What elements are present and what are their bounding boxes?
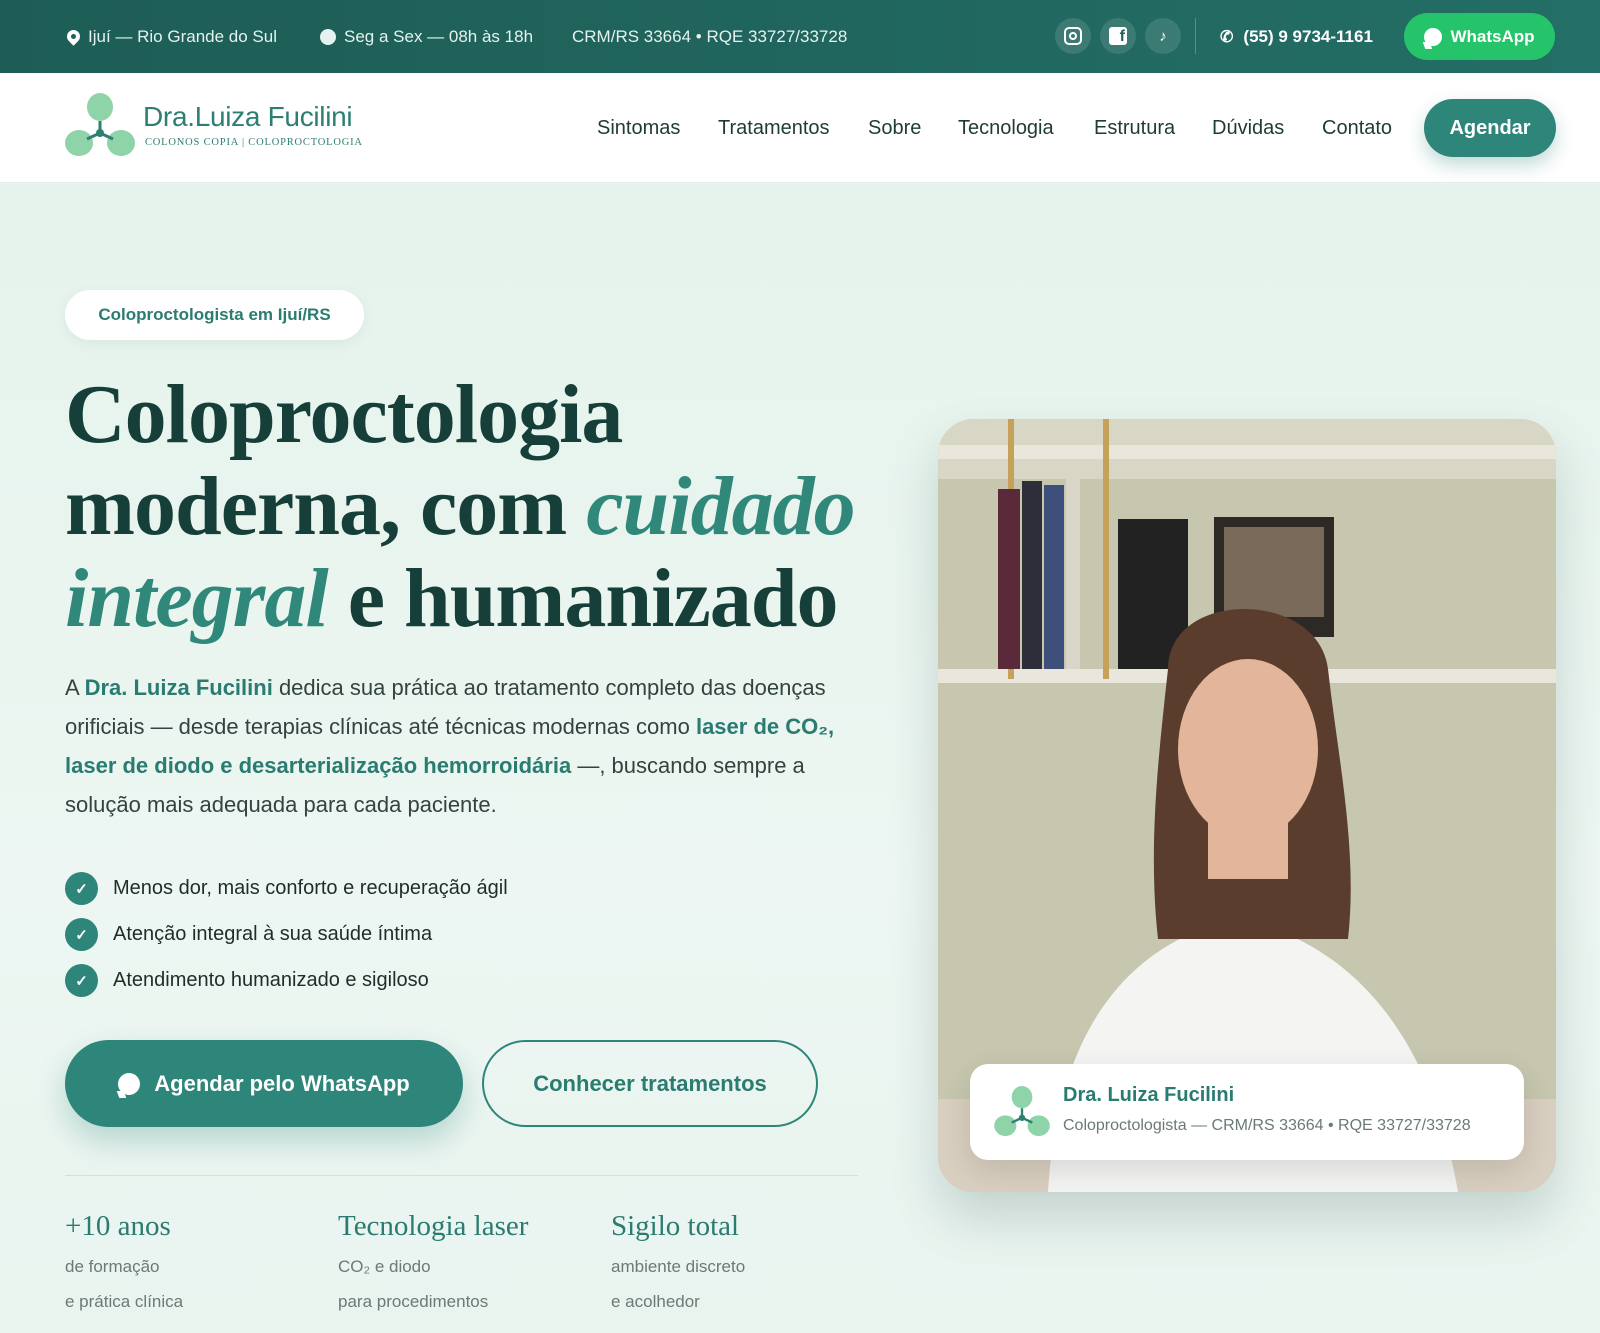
- hours-info: Seg a Sex — 08h às 18h: [320, 0, 533, 73]
- whatsapp-top-label: WhatsApp: [1450, 26, 1535, 46]
- headline-emphasis-integral: integral: [65, 552, 329, 645]
- logo-icon: [994, 1086, 1050, 1137]
- headline-line-2: moderna, com cuidado: [65, 460, 856, 553]
- doctor-info-card: Dra. Luiza Fucilini Coloproctologista — …: [970, 1064, 1524, 1160]
- nav-item-tratamentos[interactable]: Tratamentos: [718, 73, 830, 183]
- nav-item-duvidas[interactable]: Dúvidas: [1212, 73, 1284, 183]
- tiktok-icon[interactable]: ♪: [1145, 18, 1181, 54]
- phone-icon: ✆: [1220, 28, 1234, 46]
- card-credentials: Coloproctologista — CRM/RS 33664 • RQE 3…: [1063, 1117, 1471, 1134]
- logo-tagline: COLONOS COPIA | COLOPROCTOLOGIA: [145, 137, 363, 148]
- check-icon: ✓: [65, 964, 98, 997]
- nav-item-contato[interactable]: Contato: [1322, 73, 1392, 183]
- stats-divider: [65, 1175, 858, 1176]
- whatsapp-top-button[interactable]: WhatsApp: [1404, 13, 1555, 60]
- logo-name: Dra.Luiza Fucilini: [143, 101, 353, 132]
- clock-icon: [320, 28, 336, 45]
- divider: [1195, 18, 1196, 54]
- hours-text: Seg a Sex — 08h às 18h: [344, 26, 534, 46]
- agendar-whatsapp-button[interactable]: Agendar pelo WhatsApp: [65, 1040, 463, 1127]
- benefit-item: ✓ Menos dor, mais conforto e recuperação…: [65, 872, 508, 905]
- benefit-item: ✓ Atenção integral à sua saúde íntima: [65, 918, 432, 951]
- hero-section: Coloproctologista em Ijuí/RS Coloproctol…: [0, 184, 1600, 1333]
- phone-number: (55) 9 9734-1161: [1243, 26, 1373, 46]
- check-icon: ✓: [65, 872, 98, 905]
- headline-line-1: Coloproctologia: [65, 368, 623, 461]
- stat-technology: Tecnologia laser CO₂ e diodo para procedi…: [338, 1210, 529, 1311]
- registration-info: CRM/RS 33664 • RQE 33727/33728: [572, 0, 847, 73]
- stat-experience: +10 anos de formação e prática clínica: [65, 1210, 184, 1311]
- nav-item-tecnologia[interactable]: Tecnologia: [958, 73, 1054, 183]
- location-badge: Coloproctologista em Ijuí/RS: [65, 290, 364, 340]
- main-navigation: Dra.Luiza Fucilini COLONOS COPIA | COLOP…: [0, 73, 1600, 183]
- registration-text: CRM/RS 33664 • RQE 33727/33728: [572, 26, 848, 46]
- whatsapp-icon: [118, 1072, 141, 1095]
- location-info: Ijuí — Rio Grande do Sul: [64, 0, 277, 73]
- conhecer-tratamentos-button[interactable]: Conhecer tratamentos: [482, 1040, 818, 1127]
- site-logo[interactable]: Dra.Luiza Fucilini COLONOS COPIA | COLOP…: [65, 93, 385, 163]
- phone-link[interactable]: ✆ (55) 9 9734-1161: [1220, 0, 1373, 73]
- headline-emphasis-cuidado: cuidado: [586, 460, 855, 553]
- check-icon: ✓: [65, 918, 98, 951]
- nav-item-sobre[interactable]: Sobre: [868, 73, 921, 183]
- instagram-icon[interactable]: [1055, 18, 1091, 54]
- location-text: Ijuí — Rio Grande do Sul: [88, 26, 277, 46]
- nav-item-sintomas[interactable]: Sintomas: [597, 73, 680, 183]
- nav-item-estrutura[interactable]: Estrutura: [1094, 73, 1175, 183]
- facebook-icon[interactable]: f: [1100, 18, 1136, 54]
- whatsapp-icon: [1424, 27, 1443, 46]
- benefit-item: ✓ Atendimento humanizado e sigiloso: [65, 964, 429, 997]
- top-info-bar: Ijuí — Rio Grande do Sul Seg a Sex — 08h…: [0, 0, 1600, 73]
- hero-description: A Dra. Luiza Fucilini dedica sua prática…: [65, 675, 835, 817]
- headline-line-3: integral e humanizado: [65, 552, 838, 645]
- doctor-name-highlight: Dra. Luiza Fucilini: [84, 675, 273, 700]
- stat-privacy: Sigilo total ambiente discreto e acolhedo…: [611, 1210, 746, 1311]
- logo-icon: [65, 93, 135, 156]
- agendar-button[interactable]: Agendar: [1424, 99, 1556, 157]
- map-pin-icon: [64, 27, 83, 46]
- card-doctor-name: Dra. Luiza Fucilini: [1063, 1084, 1235, 1106]
